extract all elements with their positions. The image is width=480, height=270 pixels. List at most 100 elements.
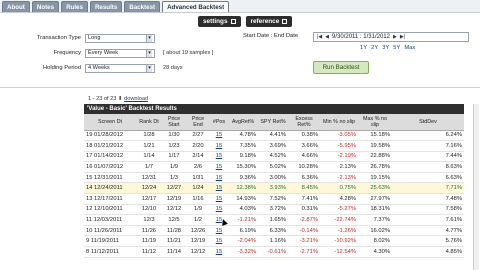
table-row[interactable]: 10 11/26/2011 11/26 11/28 12/26 15 6.19% 6.33%… <box>84 225 464 237</box>
table-cell: 0.31% <box>288 204 320 216</box>
table-cell[interactable]: 15 <box>210 246 228 258</box>
table-row[interactable]: 9 11/19/2011 11/19 11/21 12/19 15 -2.04% 1.16%… <box>84 235 464 248</box>
table-cell: 4.03% <box>228 204 258 216</box>
run-backtest-button[interactable]: Run Backtest <box>313 61 369 74</box>
prev-icon[interactable]: ◀ <box>325 34 329 40</box>
table-row[interactable]: 8 11/12/2011 11/12 11/14 12/12 15 -3.32% -0.61… <box>84 246 464 258</box>
table-cell: 1/24 <box>186 182 210 195</box>
table-cell: 8 11/12/2011 <box>84 246 136 258</box>
download-link[interactable]: download <box>124 96 148 102</box>
tab-rules[interactable]: Rules <box>61 1 88 12</box>
table-row[interactable]: 18 01/21/2012 1/21 1/23 2/20 15 7.35% 3.69% 3.6… <box>84 140 464 152</box>
range-max[interactable]: Max <box>404 45 415 51</box>
range-2y[interactable]: 2Y <box>371 45 378 51</box>
column-header[interactable]: Min % no slip <box>320 114 358 131</box>
table-cell: 2/20 <box>186 140 210 152</box>
download-icon[interactable]: ⬇ <box>118 96 123 102</box>
tab-results[interactable]: Results <box>89 1 123 12</box>
date-range-input[interactable]: |◀ ◀ 9/30/2011 : 1/31/2012 ▶ ▶| <box>313 32 469 42</box>
table-cell: -3.21% <box>288 235 320 248</box>
table-row[interactable]: 12 12/10/2011 12/10 12/12 1/9 15 4.03% 3.72% 0.… <box>84 204 464 216</box>
holding-period-value: 4 Weeks <box>88 65 110 71</box>
table-cell: 8.45% <box>288 182 320 195</box>
table-cell: 4.85% <box>392 246 464 258</box>
table-cell: 0.38% <box>288 130 320 142</box>
table-cell[interactable]: 15 <box>210 130 228 142</box>
table-cell: 5.76% <box>392 235 464 248</box>
table-cell[interactable]: 15 <box>210 161 228 173</box>
table-row[interactable]: 16 01/07/2012 1/7 1/9 2/6 15 15.30% 5.02% 10.28… <box>84 161 464 173</box>
table-row[interactable]: 11 12/03/2011 12/3 12/5 1/2 15 -1.21% 1.65% -2.… <box>84 214 464 226</box>
table-cell: 12/31 <box>136 172 162 184</box>
frequency-select[interactable]: Every Week ▾ <box>85 48 155 58</box>
tab-notes[interactable]: Notes <box>31 1 60 12</box>
table-row[interactable]: 19 01/28/2012 1/28 1/30 2/27 15 4.78% 4.41% 0.3… <box>84 130 464 142</box>
table-cell[interactable]: 15 <box>210 235 228 248</box>
table-cell: 12/3 <box>136 214 162 226</box>
table-cell: 14 12/24/2011 <box>84 182 136 195</box>
next-icon[interactable]: ▶ <box>393 34 397 40</box>
action-buttons: settings reference <box>198 16 293 27</box>
table-body: 19 01/28/2012 1/28 1/30 2/27 15 4.78% 4.41% 0.3… <box>84 130 464 258</box>
table-row[interactable]: 15 12/31/2011 12/31 1/3 1/31 15 9.36% 3.00% 6.3… <box>84 172 464 184</box>
table-cell: 12 12/10/2011 <box>84 204 136 216</box>
range-3y[interactable]: 3Y <box>382 45 389 51</box>
table-cell: 13 12/17/2011 <box>84 193 136 205</box>
reference-button[interactable]: reference <box>245 16 293 27</box>
holding-period-select[interactable]: 4 Weeks ▾ <box>85 63 155 73</box>
table-cell: 7.35% <box>228 140 258 152</box>
last-page-icon[interactable]: ▶| <box>400 34 405 40</box>
column-header[interactable]: Price End <box>186 114 210 131</box>
table-cell: 26.78% <box>358 161 392 173</box>
table-cell[interactable]: 15 <box>210 140 228 152</box>
table-cell[interactable]: 15 <box>210 172 228 184</box>
range-5y[interactable]: 5Y <box>393 45 400 51</box>
table-cell[interactable]: 15 <box>210 182 228 195</box>
table-cell: 22.88% <box>358 151 392 163</box>
transaction-type-select[interactable]: Long ▾ <box>85 33 155 43</box>
table-cell: 1/30 <box>162 130 186 142</box>
column-header[interactable]: AvgRet% <box>228 114 258 131</box>
range-1y[interactable]: 1Y <box>360 45 367 51</box>
table-cell: 10.28% <box>288 161 320 173</box>
table-cell: 1/2 <box>186 214 210 226</box>
table-cell: 2.13% <box>320 161 358 173</box>
tab-backtest[interactable]: Backtest <box>124 1 161 12</box>
holding-period-label: Holding Period <box>42 65 81 71</box>
table-cell: 2/6 <box>186 161 210 173</box>
vertical-scrollbar[interactable] <box>473 104 479 270</box>
column-header[interactable]: StdDev <box>392 114 464 131</box>
table-cell: 1/23 <box>162 140 186 152</box>
table-cell: 15 12/31/2011 <box>84 172 136 184</box>
column-header[interactable]: Screen Dt <box>84 114 136 131</box>
column-header[interactable]: #Pos <box>210 114 228 131</box>
table-row[interactable]: 17 01/14/2012 1/14 1/17 2/14 15 9.18% 4.52% 4.6… <box>84 151 464 163</box>
table-cell: 12/5 <box>162 214 186 226</box>
table-cell: 4.66% <box>288 151 320 163</box>
settings-button[interactable]: settings <box>198 16 241 27</box>
table-cell[interactable]: 15 <box>210 151 228 163</box>
table-cell: -2.87% <box>288 214 320 226</box>
table-cell: -3.32% <box>228 246 258 258</box>
table-row[interactable]: 14 12/24/2011 12/24 12/27 1/24 15 12.38% 3.93%… <box>84 182 464 195</box>
tab-about[interactable]: About <box>2 1 30 12</box>
table-cell: 4.78% <box>228 130 258 142</box>
table-cell: 11/21 <box>162 235 186 248</box>
table-cell[interactable]: 15 <box>210 204 228 216</box>
tab-advanced-backtest[interactable]: Advanced Backtest <box>162 1 230 12</box>
table-row[interactable]: 13 12/17/2011 12/17 12/19 1/16 15 14.93% 7.52%… <box>84 193 464 205</box>
table-cell[interactable]: 15 <box>210 225 228 237</box>
table-cell: 3.69% <box>258 140 288 152</box>
result-range: 1 - 23 of 23 <box>88 96 117 102</box>
first-page-icon[interactable]: |◀ <box>317 34 322 40</box>
table-cell: -22.74% <box>320 214 358 226</box>
column-header[interactable]: Price Start <box>162 114 186 131</box>
column-header[interactable]: Rank Dt <box>136 114 162 131</box>
column-header[interactable]: Max % no slip <box>358 114 392 131</box>
table-cell[interactable]: 15 <box>210 193 228 205</box>
results-table: Screen Dt Rank Dt Price Start Price End #Pos… <box>84 114 464 258</box>
column-header[interactable]: Excess Ret% <box>288 114 320 131</box>
table-cell: 9.36% <box>228 172 258 184</box>
column-header[interactable]: SPY Ret% <box>258 114 288 131</box>
table-cell: 11/19 <box>136 235 162 248</box>
